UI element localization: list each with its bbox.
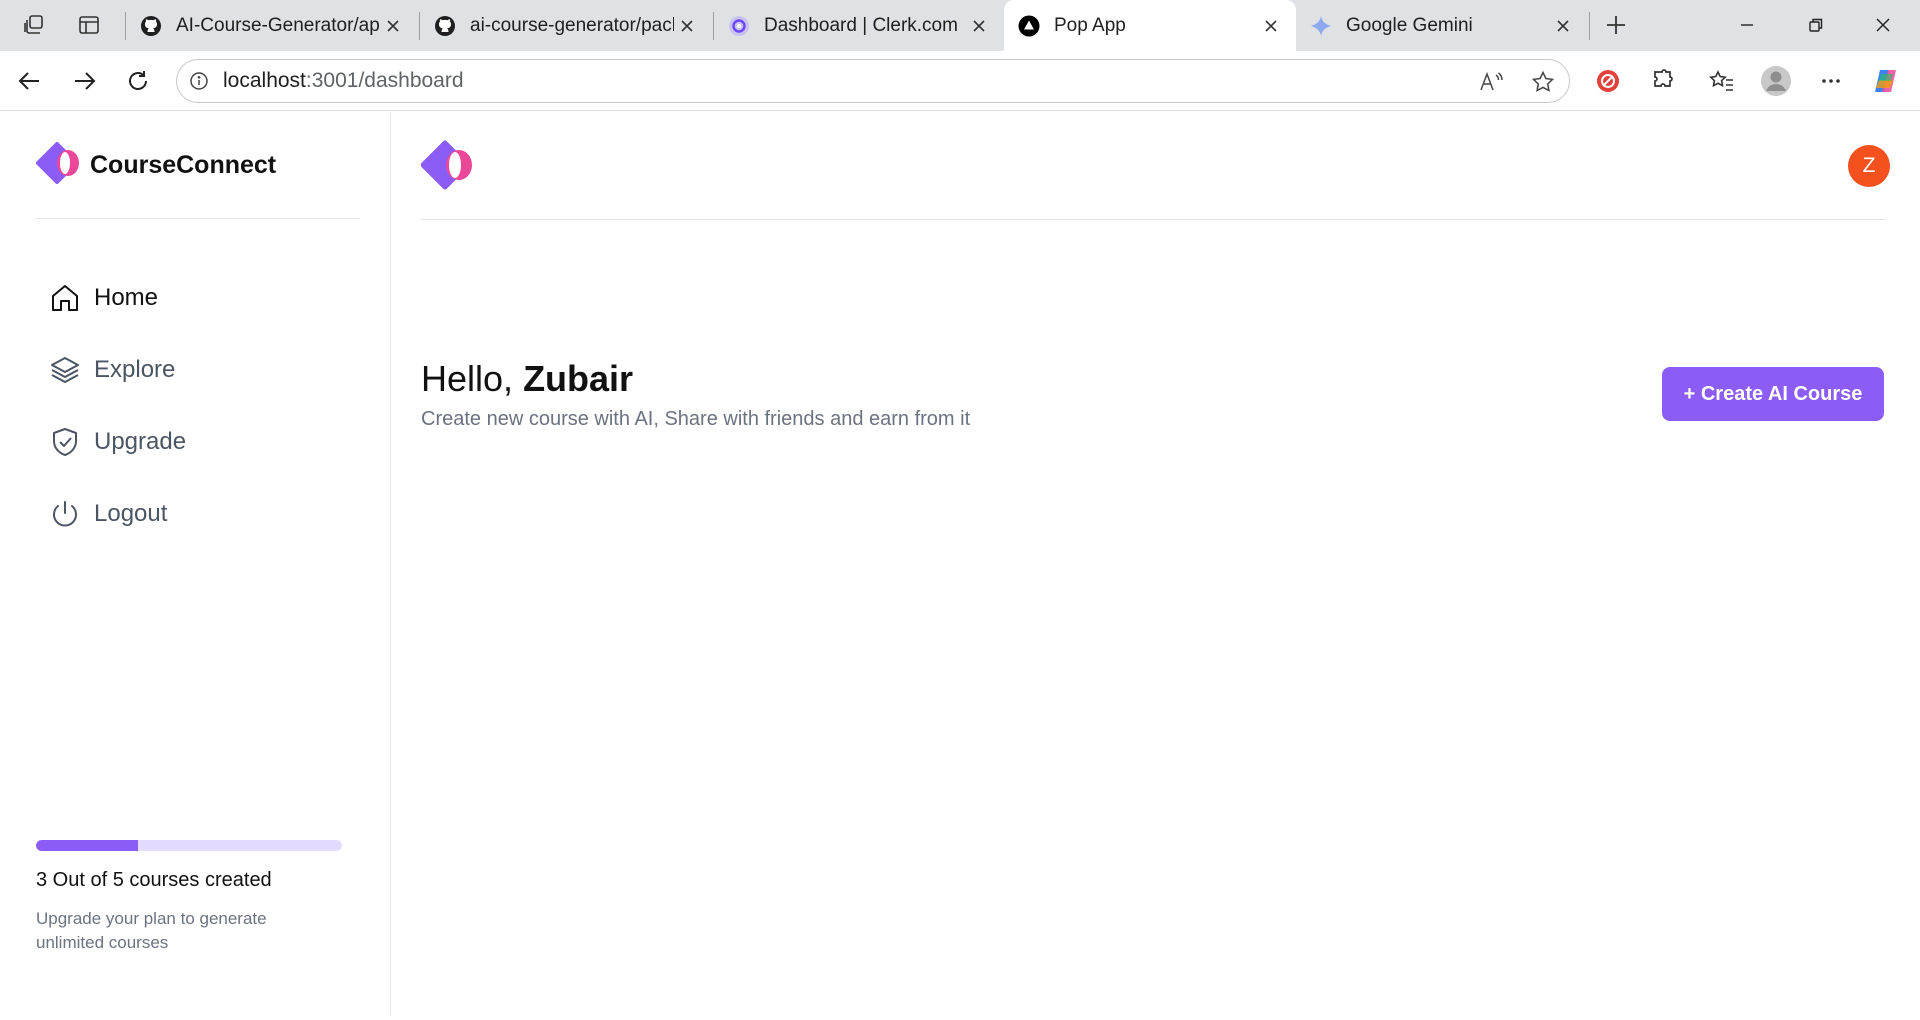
close-tab-icon[interactable] xyxy=(1550,13,1576,39)
profile-avatar-icon[interactable] xyxy=(1758,63,1794,99)
tab-pop-app[interactable]: Pop App xyxy=(1004,0,1296,51)
address-bar[interactable]: localhost:3001/dashboard xyxy=(176,59,1570,103)
user-avatar[interactable]: Z xyxy=(1848,145,1890,187)
usage-text: 3 Out of 5 courses created xyxy=(36,869,272,891)
usage-progress-fill xyxy=(36,840,138,851)
sidebar: CourseConnect Home Explore Upgrade Logou… xyxy=(6,112,391,1016)
refresh-icon[interactable] xyxy=(120,63,156,99)
usage-progress-bar xyxy=(36,840,342,851)
header-divider xyxy=(421,219,1885,220)
favorites-list-icon[interactable] xyxy=(1704,63,1740,99)
tab-title: Dashboard | Clerk.com xyxy=(764,14,958,36)
tab-ai-course-generator-app[interactable]: AI-Course-Generator/app xyxy=(126,0,418,51)
header-logo-icon[interactable] xyxy=(420,140,481,195)
sidebar-item-home[interactable]: Home xyxy=(48,262,348,334)
browser-toolbar: localhost:3001/dashboard xyxy=(0,51,1920,111)
close-tab-icon[interactable] xyxy=(380,13,406,39)
url-text: localhost:3001/dashboard xyxy=(223,69,464,92)
close-tab-icon[interactable] xyxy=(1258,13,1284,39)
upgrade-note: Upgrade your plan to generate unlimited … xyxy=(36,909,267,952)
minimize-icon[interactable] xyxy=(1724,8,1770,42)
github-icon xyxy=(434,15,456,37)
workspaces-icon[interactable] xyxy=(18,9,50,41)
close-tab-icon[interactable] xyxy=(966,13,992,39)
close-window-icon[interactable] xyxy=(1860,8,1906,42)
sidebar-menu: Home Explore Upgrade Logout xyxy=(48,262,348,550)
gemini-icon xyxy=(1310,15,1332,37)
read-aloud-icon[interactable] xyxy=(1477,68,1505,96)
logo-icon xyxy=(36,141,86,189)
greeting: Hello, Zubair xyxy=(421,358,633,400)
extension-blocker-icon[interactable] xyxy=(1590,63,1626,99)
layers-icon xyxy=(48,353,82,387)
power-icon xyxy=(48,497,82,531)
sidebar-item-label: Upgrade xyxy=(94,428,187,455)
clerk-icon xyxy=(728,15,750,37)
forward-arrow-icon[interactable] xyxy=(66,63,102,99)
brand-name: CourseConnect xyxy=(90,150,277,179)
brand[interactable]: CourseConnect xyxy=(36,141,277,189)
sidebar-item-logout[interactable]: Logout xyxy=(48,478,348,550)
close-tab-icon[interactable] xyxy=(674,13,700,39)
tab-title: Google Gemini xyxy=(1346,14,1473,36)
restore-icon[interactable] xyxy=(1793,8,1839,42)
more-menu-icon[interactable] xyxy=(1813,63,1849,99)
sidebar-item-explore[interactable]: Explore xyxy=(48,334,348,406)
create-ai-course-button[interactable]: + Create AI Course xyxy=(1662,367,1884,421)
new-tab-icon[interactable] xyxy=(1600,9,1632,41)
tab-actions-icon[interactable] xyxy=(73,9,105,41)
tab-ai-course-generator-pack[interactable]: ai-course-generator/pack xyxy=(420,0,712,51)
app-root: CourseConnect Home Explore Upgrade Logou… xyxy=(6,112,1914,1016)
sidebar-item-upgrade[interactable]: Upgrade xyxy=(48,406,348,478)
tab-title: AI-Course-Generator/app xyxy=(176,14,380,36)
shield-check-icon xyxy=(48,425,82,459)
browser-tab-strip: AI-Course-Generator/app ai-course-genera… xyxy=(0,0,1920,51)
tab-title: ai-course-generator/pack xyxy=(470,14,674,36)
extensions-puzzle-icon[interactable] xyxy=(1644,63,1680,99)
sidebar-item-label: Logout xyxy=(94,500,168,527)
site-info-icon[interactable] xyxy=(187,69,211,93)
tab-google-gemini[interactable]: Google Gemini xyxy=(1296,0,1588,51)
page-subtitle: Create new course with AI, Share with fr… xyxy=(421,408,971,430)
main-content: Z Hello, Zubair Create new course with A… xyxy=(391,112,1914,1016)
github-icon xyxy=(140,15,162,37)
app-triangle-icon xyxy=(1018,15,1040,37)
copilot-icon[interactable] xyxy=(1868,63,1904,99)
favorite-star-icon[interactable] xyxy=(1529,68,1557,96)
tab-clerk-dashboard[interactable]: Dashboard | Clerk.com xyxy=(714,0,1004,51)
greeting-prefix: Hello, xyxy=(421,358,514,399)
divider xyxy=(36,218,360,219)
back-arrow-icon[interactable] xyxy=(12,63,48,99)
user-name: Zubair xyxy=(523,358,634,399)
home-icon xyxy=(48,281,82,315)
tab-title: Pop App xyxy=(1054,14,1126,36)
sidebar-item-label: Explore xyxy=(94,356,176,383)
sidebar-item-label: Home xyxy=(94,284,159,311)
